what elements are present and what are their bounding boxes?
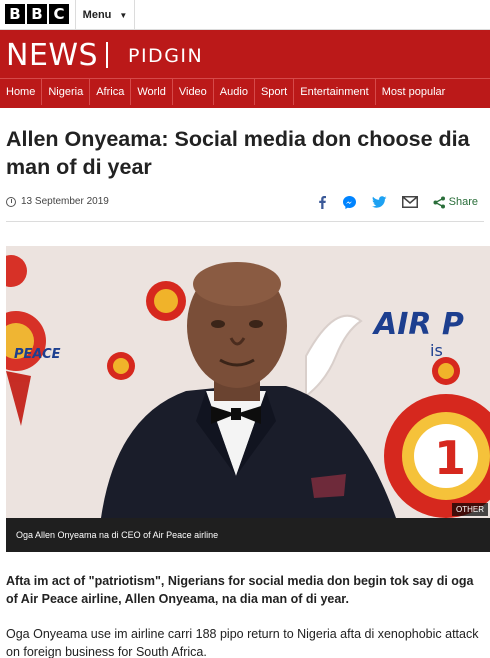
- bbc-logo-letter: B: [5, 4, 25, 24]
- article-meta: 13 September 2019 Share: [6, 194, 484, 212]
- nav-item-most-popular[interactable]: Most popular: [376, 79, 452, 105]
- nav-item-world[interactable]: World: [131, 79, 173, 105]
- menu-button[interactable]: Menu ▼: [75, 0, 135, 30]
- share-icon: [433, 196, 445, 208]
- nav-item-nigeria[interactable]: Nigeria: [42, 79, 91, 105]
- article-date: 13 September 2019: [21, 196, 109, 207]
- meta-divider: [6, 221, 484, 222]
- email-icon[interactable]: [401, 194, 418, 210]
- messenger-icon[interactable]: [342, 194, 357, 210]
- nav-item-video[interactable]: Video: [173, 79, 214, 105]
- menu-label: Menu: [82, 9, 112, 21]
- nav-bottom-rule: [0, 105, 490, 108]
- backdrop-text-left: PEACE: [14, 347, 61, 362]
- chevron-down-icon: ▼: [119, 10, 128, 20]
- news-pidgin-header: NEWS PIDGIN: [0, 30, 490, 78]
- image-credit: OTHER: [452, 503, 488, 516]
- article-paragraph: Oga Onyeama use im airline carri 188 pip…: [6, 627, 479, 658]
- photo-illustration: AIR P PEACE is 1: [6, 246, 490, 518]
- share-button[interactable]: Share: [433, 194, 478, 210]
- article-headline: Allen Onyeama: Social media don choose d…: [6, 127, 470, 179]
- badge-number: 1: [434, 431, 466, 485]
- nav-item-sport[interactable]: Sport: [255, 79, 295, 105]
- backdrop-text-right: AIR P: [372, 307, 464, 342]
- article-image: AIR P PEACE is 1 OTHER: [6, 246, 490, 518]
- nav-item-entertainment[interactable]: Entertainment: [294, 79, 376, 105]
- share-label: Share: [448, 196, 478, 208]
- facebook-icon[interactable]: [317, 194, 327, 210]
- article-lead: Afta im act of "patriotism", Nigerians f…: [6, 574, 474, 606]
- clock-icon: [6, 197, 16, 207]
- logo-divider: [106, 42, 108, 68]
- backdrop-text-is: is: [430, 341, 443, 360]
- share-tools: Share: [317, 194, 478, 210]
- bbc-logo-letter: B: [27, 4, 47, 24]
- main-nav: Home Nigeria Africa World Video Audio Sp…: [0, 78, 490, 105]
- bbc-topbar: B B C Menu ▼: [0, 0, 490, 30]
- twitter-icon[interactable]: [371, 194, 387, 210]
- service-name[interactable]: PIDGIN: [128, 45, 203, 67]
- nav-item-africa[interactable]: Africa: [90, 79, 132, 105]
- news-logo[interactable]: NEWS: [6, 38, 98, 73]
- bbc-logo[interactable]: B B C: [5, 4, 69, 24]
- bbc-logo-letter: C: [49, 4, 69, 24]
- nav-item-audio[interactable]: Audio: [214, 79, 255, 105]
- nav-item-home[interactable]: Home: [0, 79, 43, 105]
- image-caption: Oga Allen Onyeama na di CEO of Air Peace…: [6, 518, 490, 552]
